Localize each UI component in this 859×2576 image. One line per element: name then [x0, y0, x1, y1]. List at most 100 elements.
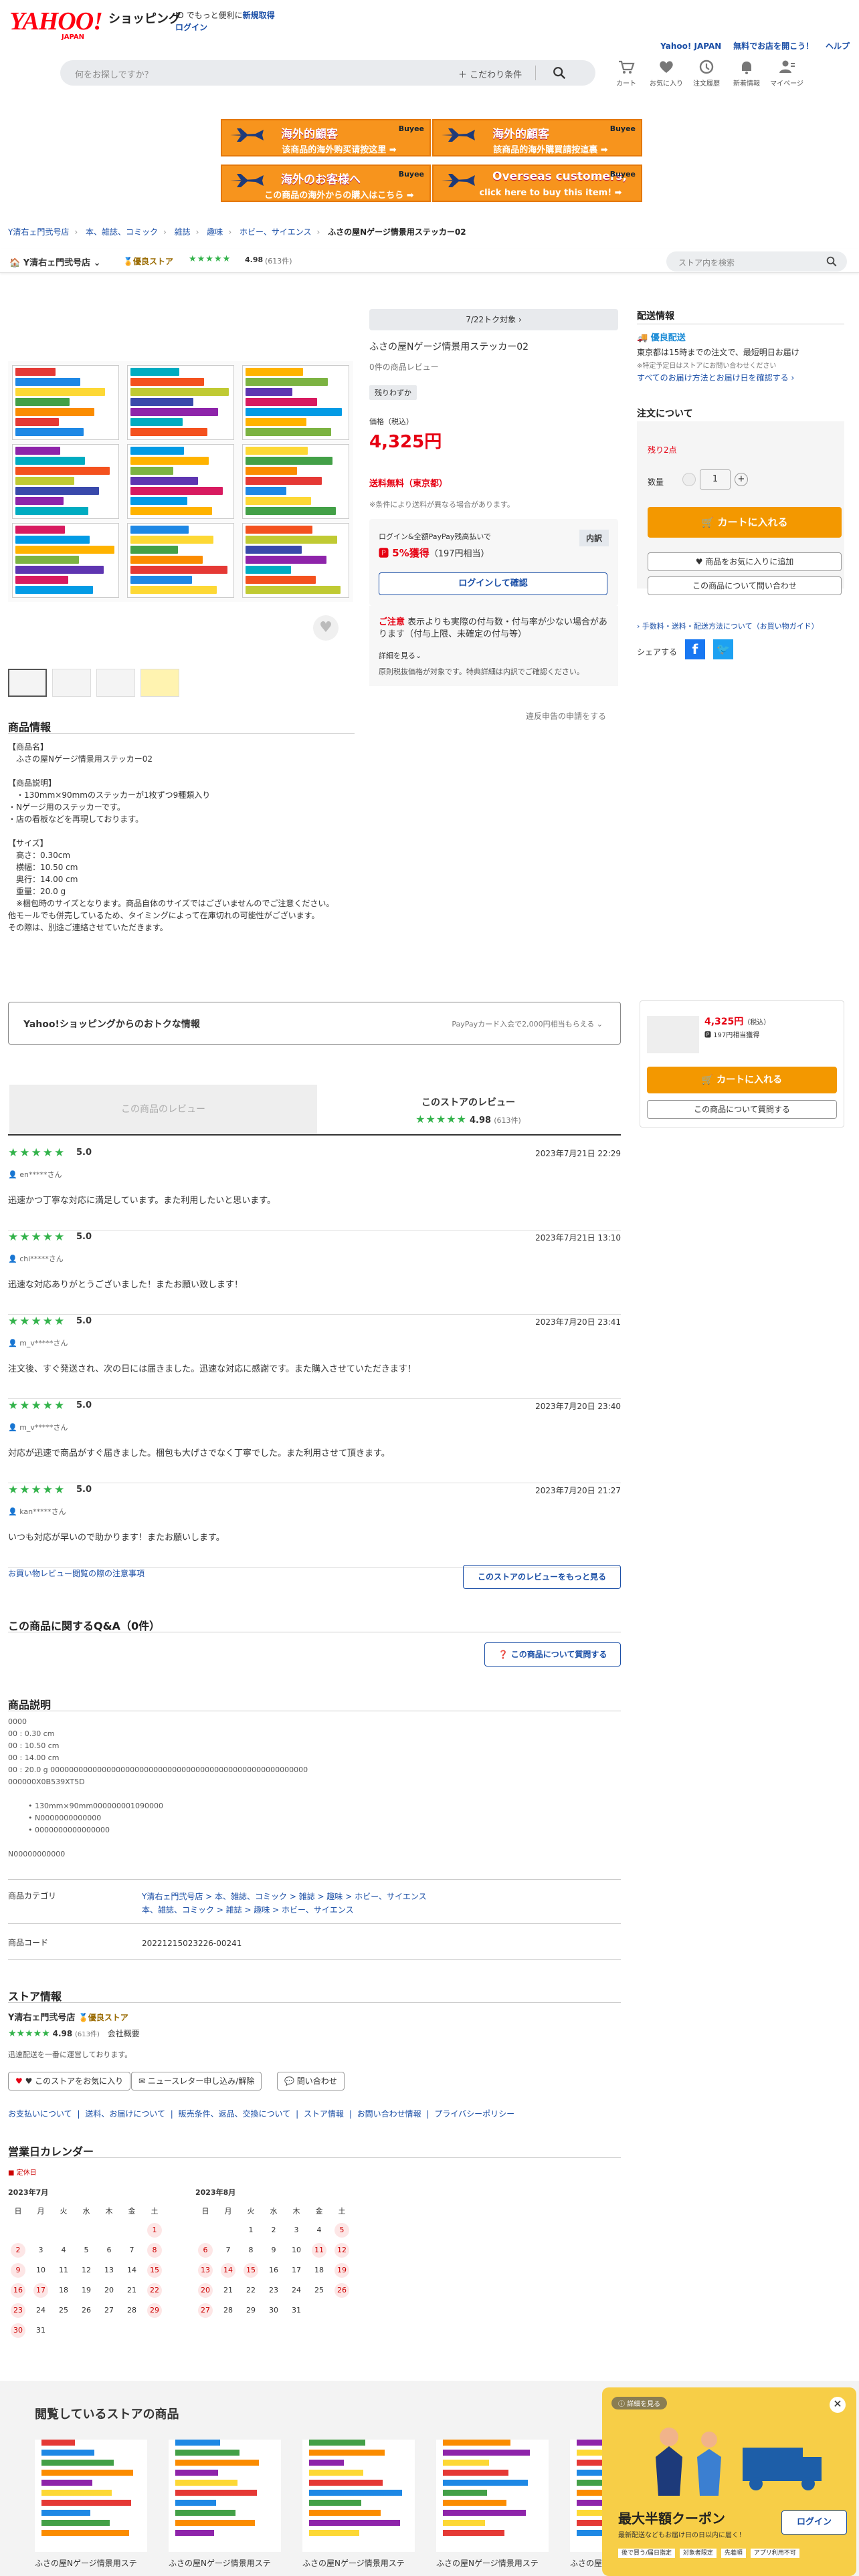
coupon-detail-badge[interactable]: ⓘ 詳細を見る [611, 2397, 668, 2409]
yahoo-japan-link[interactable]: Yahoo! JAPAN [660, 41, 721, 51]
heart-icon[interactable]: ♥ [313, 615, 339, 641]
review-guide-link[interactable]: お買い物レビュー閲覧の際の注意事項 [8, 1568, 145, 1579]
report-link[interactable]: 違反申告の申請をする [526, 710, 606, 722]
deals-panel[interactable]: Yahoo!ショッピングからのおトクな情報 PayPayカード入会で2,000円… [8, 1002, 621, 1045]
store-link[interactable]: 販売条件、返品、交換について [179, 2109, 291, 2119]
buyee-banner-sc[interactable]: 海外的顧客 Buyee 该商品的海外购买请按这里 ➡ [221, 119, 431, 156]
sticker-strip [175, 2470, 218, 2476]
shopping-title[interactable]: ショッピング [108, 9, 181, 27]
facebook-icon[interactable]: f [685, 639, 705, 659]
newsletter-button[interactable]: ✉ ニュースレター申し込み/解除 [131, 2072, 262, 2090]
buyee-logo: Buyee [398, 170, 424, 179]
buyee-banner-en[interactable]: Overseas customers, Buyee click here to … [432, 165, 642, 202]
deals-sub[interactable]: PayPayカード入会で2,000円相当もらえる ⌄ [452, 1018, 603, 1029]
store-rating-value[interactable]: 4.98 [245, 255, 263, 264]
login-link[interactable]: ログイン [175, 23, 207, 32]
store-review-rating: ★★★★★ 4.98 (613件) [375, 1113, 562, 1125]
sticker-strip [130, 576, 192, 584]
recommend-item[interactable]: ふさの屋Nゲージ情景用ステ [302, 2436, 415, 2569]
store-bar: 🏠 Y清右ェ門弐号店 ⌄ 🏅優良ストア ★★★★★ 4.98 (613件) スト… [0, 249, 859, 273]
product-main-image[interactable] [8, 361, 353, 602]
store-link[interactable]: お支払いについて [8, 2109, 72, 2119]
sticker-strip [130, 447, 184, 455]
history-nav[interactable]: 注文履歴 [688, 59, 725, 88]
history-icon [699, 60, 714, 74]
mypage-nav[interactable]: マイページ [768, 59, 805, 88]
quantity-input[interactable]: 1 [700, 469, 731, 490]
favorite-add-button[interactable]: ♥ 商品をお気に入りに追加 [648, 552, 842, 571]
inquiry-button[interactable]: この商品について問い合わせ [648, 576, 842, 595]
yahoo-logo[interactable]: YAHOO! [9, 7, 103, 36]
store-link[interactable]: お問い合わせ情報 [357, 2109, 421, 2119]
caution-more-link[interactable]: 詳細を見る⌄ [379, 650, 421, 661]
search-icon[interactable] [552, 66, 567, 80]
thumbnail[interactable] [8, 669, 47, 697]
coupon-login-button[interactable]: ログイン [781, 2510, 847, 2535]
breadcrumb-item[interactable]: Y清右ェ門弐号店 [8, 227, 69, 237]
search-icon[interactable] [826, 255, 838, 267]
store-info-name[interactable]: Y清右ェ門弐号店 🏅優良ストア [8, 2010, 128, 2023]
sticker-strip [175, 2490, 257, 2496]
description-line [8, 1788, 621, 1800]
buyee-banner-jp[interactable]: 海外のお客様へ Buyee この商品の海外からの購入はこちら ➡ [221, 165, 431, 202]
twitter-icon[interactable]: 🐦 [713, 639, 733, 659]
help-link[interactable]: ヘルプ [826, 41, 850, 51]
mypage-label: マイページ [770, 80, 803, 88]
store-rating-count[interactable]: (613件) [265, 255, 292, 266]
company-link[interactable]: 会社概要 [108, 2029, 140, 2038]
breadcrumb-item[interactable]: 雑誌 [175, 227, 191, 237]
store-favorite-button[interactable]: ♥ ♥ このストアをお気に入り [8, 2072, 131, 2090]
store-link[interactable]: 送料、お届けについて [85, 2109, 165, 2119]
calendar-day: 1 [147, 2223, 162, 2238]
quantity-minus[interactable] [682, 473, 696, 486]
recommend-item[interactable]: ふさの屋Nゲージ情景用ステ [35, 2436, 147, 2569]
sticker-strip [15, 378, 80, 386]
sticker-strip [309, 2470, 363, 2476]
breadcrumb-item[interactable]: ホビー、サイエンス [240, 227, 312, 237]
buyee-banner-tc[interactable]: 海外的顧客 Buyee 該商品的海外購買請按這裏 ➡ [432, 119, 642, 156]
tab-product-review[interactable]: この商品のレビュー [9, 1085, 317, 1134]
product-review-link[interactable]: 0件の商品レビュー [369, 361, 439, 372]
stock-tag: 残りわずか [369, 385, 417, 400]
mini-add-to-cart-button[interactable]: 🛒 カートに入れる [647, 1067, 837, 1093]
store-search-input[interactable]: ストア内を検索 [666, 251, 847, 272]
thumbnail[interactable] [96, 669, 135, 697]
store-link[interactable]: プライバシーポリシー [434, 2109, 514, 2119]
store-name[interactable]: 🏠 Y清右ェ門弐号店 ⌄ [9, 255, 101, 268]
add-to-cart-button[interactable]: 🛒 カートに入れる [648, 507, 842, 538]
advanced-search-button[interactable]: ＋ こだわり条件 [458, 68, 522, 80]
thumbnail[interactable] [140, 669, 179, 697]
login-check-button[interactable]: ログインして確認 [379, 572, 607, 595]
recommend-name: ふさの屋Nゲージ情景用ステ [35, 2559, 137, 2568]
store-link[interactable]: ストア情報 [304, 2109, 344, 2119]
open-store-link[interactable]: 無料でお店を開こう！ [733, 41, 814, 51]
cart-nav[interactable]: カート [607, 59, 645, 88]
thumbnail[interactable] [52, 669, 91, 697]
ask-question-button[interactable]: ❓ この商品について質問する [484, 1642, 621, 1667]
breadcrumb-item[interactable]: 本、雑誌、コミック [86, 227, 158, 237]
notification-nav[interactable]: 新着情報 [728, 59, 765, 88]
register-link[interactable]: 新規取得 [243, 11, 275, 20]
toku-target-button[interactable]: 7/22トク対象 › [369, 309, 618, 330]
recommend-item[interactable]: ふさの屋Nゲージ情景用ステ [436, 2436, 549, 2569]
category-path[interactable]: Y清右ェ門弐号店 > 本、雑誌、コミック > 雑誌 > 趣味 > ホビー、サイエ… [142, 1892, 427, 1901]
guide-link[interactable]: › 手数料・送料・配送方法について（お買い物ガイド） [637, 621, 819, 631]
points-detail-button[interactable]: 内訳 [579, 530, 609, 546]
sticker-strip [15, 467, 110, 475]
recommend-item[interactable]: ふさの屋Nゲージ情景用ステ [169, 2436, 281, 2569]
more-reviews-button[interactable]: このストアのレビューをもっと見る [463, 1565, 621, 1589]
search-bar[interactable]: 何をお探しですか？ ＋ こだわり条件 [60, 60, 595, 86]
airplane-icon [230, 174, 264, 187]
delivery-all-link[interactable]: すべてのお届け方法とお届け日を確認する › [637, 372, 794, 383]
quantity-plus[interactable]: + [735, 473, 748, 486]
review-user-name: m_v*****さん [19, 1339, 68, 1348]
login-link-wrap: ログイン [175, 21, 207, 33]
close-icon[interactable]: ✕ [830, 2397, 846, 2413]
favorite-nav[interactable]: お気に入り [648, 59, 685, 88]
tab-store-review[interactable]: このストアのレビュー ★★★★★ 4.98 (613件) [375, 1095, 562, 1125]
category-path[interactable]: 本、雑誌、コミック > 雑誌 > 趣味 > ホビー、サイエンス [142, 1905, 354, 1915]
search-input[interactable]: 何をお探しですか？ [75, 68, 153, 80]
contact-button[interactable]: 💬 問い合わせ [277, 2072, 345, 2090]
mini-inquiry-button[interactable]: この商品について質問する [647, 1100, 837, 1119]
breadcrumb-item[interactable]: 趣味 [207, 227, 223, 237]
